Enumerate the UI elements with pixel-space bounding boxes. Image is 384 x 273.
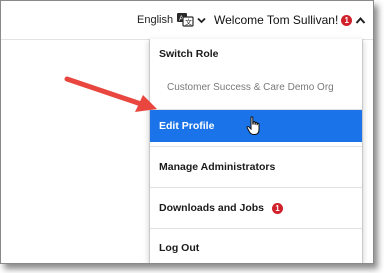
top-navigation-bar: English A 文 Welcome Tom Sullivan! 1 bbox=[1, 1, 373, 40]
menu-item-org[interactable]: Customer Success & Care Demo Org bbox=[150, 69, 362, 105]
chevron-down-icon bbox=[197, 17, 206, 23]
app-window: English A 文 Welcome Tom Sullivan! 1 Swit… bbox=[0, 0, 374, 264]
annotation-arrow bbox=[64, 76, 157, 112]
menu-divider bbox=[150, 187, 362, 188]
downloads-and-jobs-label: Downloads and Jobs bbox=[159, 202, 265, 214]
menu-divider bbox=[150, 146, 362, 147]
switch-role-label: Switch Role bbox=[159, 48, 219, 60]
user-menu-toggle[interactable]: Welcome Tom Sullivan! 1 bbox=[214, 11, 366, 29]
menu-item-log-out[interactable]: Log Out bbox=[150, 233, 362, 263]
org-name-label: Customer Success & Care Demo Org bbox=[167, 81, 334, 93]
menu-item-switch-role[interactable]: Switch Role bbox=[150, 39, 362, 69]
notification-badge: 1 bbox=[341, 14, 353, 26]
downloads-badge: 1 bbox=[272, 202, 284, 214]
language-selector[interactable]: English A 文 bbox=[137, 11, 206, 29]
user-dropdown-menu: Switch Role Customer Success & Care Demo… bbox=[149, 39, 363, 263]
menu-item-manage-administrators[interactable]: Manage Administrators bbox=[150, 151, 362, 183]
chevron-up-icon bbox=[356, 16, 366, 24]
welcome-text: Welcome Tom Sullivan! bbox=[214, 13, 339, 27]
menu-item-downloads-and-jobs[interactable]: Downloads and Jobs 1 bbox=[150, 192, 362, 224]
hand-pointer-icon bbox=[246, 116, 260, 135]
language-label: English bbox=[137, 14, 174, 26]
manage-administrators-label: Manage Administrators bbox=[159, 161, 276, 173]
svg-text:文: 文 bbox=[185, 18, 192, 27]
menu-divider bbox=[150, 228, 362, 229]
log-out-label: Log Out bbox=[159, 242, 200, 254]
translate-icon: A 文 bbox=[177, 13, 194, 27]
edit-profile-label: Edit Profile bbox=[159, 120, 215, 132]
